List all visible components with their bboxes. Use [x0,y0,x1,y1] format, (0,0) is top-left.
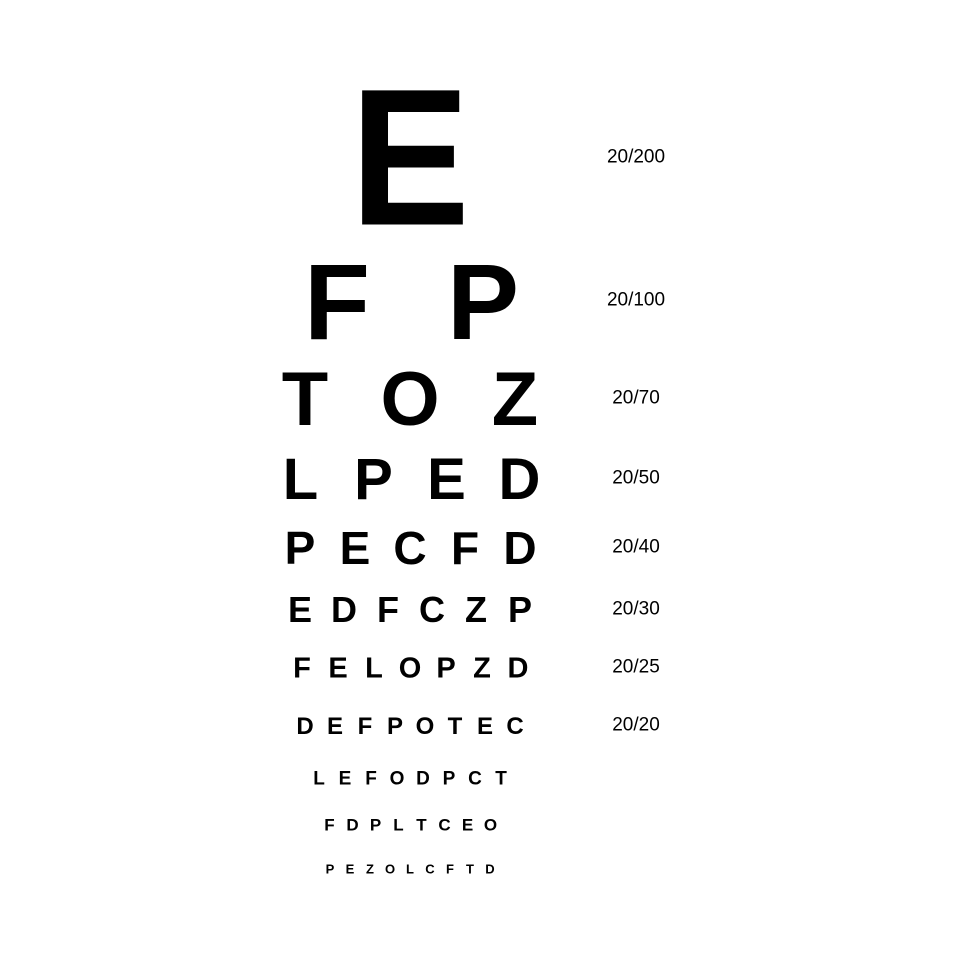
optotype-letter: D [498,447,541,512]
chart-row: FP [264,248,556,356]
optotype-letter: L [393,815,404,835]
chart-row: EDFCZP [278,592,542,628]
optotype-letter: D [507,652,529,685]
acuity-label: 20/100 [606,289,666,311]
optotype-letter: D [503,522,537,574]
optotype-letter: O [384,861,396,877]
optotype-letter: F [304,241,370,362]
acuity-label: 20/40 [612,536,660,558]
optotype-letter: F [357,713,373,740]
optotype-letter: C [425,861,435,877]
optotype-letter: C [468,768,482,790]
eye-chart: E 20/200 F P 20/100 T O Z 20/70 L P E D 20/50 P E C F D 20/… [0,0,960,960]
optotype-letter: O [483,815,498,835]
optotype-letter: T [416,815,427,835]
optotype-letter: P [354,447,393,512]
optotype-letter: D [346,815,359,835]
optotype-letter: E [338,768,352,790]
optotype-letter: E [476,713,493,740]
optotype-letter: E [427,447,466,512]
optotype-letter: O [380,357,440,442]
optotype-letter: P [284,522,316,574]
acuity-label: 20/70 [612,387,660,409]
chart-row: FDPLTCEO [318,817,502,834]
optotype-letter: F [377,589,399,630]
optotype-letter: P [446,241,520,362]
optotype-letter: F [293,652,311,685]
chart-row: FELOPZD [284,652,536,685]
optotype-letter: E [326,713,343,740]
chart-row: TOZ [253,362,568,438]
chart-row: LEFODPCT [306,770,514,789]
chart-row: PECFD [273,525,548,571]
optotype-letter: E [350,48,470,267]
optotype-letter: C [419,589,445,630]
acuity-label: 20/200 [606,146,666,168]
acuity-label: 20/50 [612,467,660,489]
optotype-letter: P [386,713,403,740]
optotype-letter: F [324,815,335,835]
optotype-letter: D [331,589,357,630]
optotype-letter: E [461,815,474,835]
optotype-letter: L [313,768,325,790]
optotype-letter: T [466,861,474,877]
acuity-label: 20/25 [612,656,660,678]
optotype-letter: P [436,652,456,685]
optotype-letter: O [398,652,422,685]
acuity-label: 20/20 [612,714,660,736]
optotype-letter: F [365,768,377,790]
optotype-letter: T [495,768,507,790]
optotype-letter: P [442,768,456,790]
optotype-letter: D [296,713,314,740]
optotype-letter: C [438,815,451,835]
chart-row: E [345,48,475,267]
optotype-letter: Z [491,357,539,442]
optotype-letter: C [393,522,427,574]
optotype-letter: E [345,861,355,877]
optotype-letter: Z [366,861,374,877]
optotype-letter: D [416,768,430,790]
optotype-letter: F [446,861,454,877]
optotype-letter: D [485,861,495,877]
optotype-letter: O [415,713,435,740]
optotype-letter: C [506,713,524,740]
optotype-letter: O [389,768,405,790]
acuity-label: 20/30 [612,598,660,620]
optotype-letter: L [365,652,383,685]
optotype-letter: P [325,861,335,877]
optotype-letter: L [282,447,319,512]
optotype-letter: P [369,815,382,835]
optotype-letter: E [287,589,312,630]
optotype-letter: L [406,861,414,877]
optotype-letter: F [450,522,480,574]
optotype-letter: P [507,589,532,630]
optotype-letter: E [339,522,371,574]
optotype-letter: T [447,713,463,740]
chart-row: DEFPOTEC [290,715,530,739]
optotype-letter: E [328,652,348,685]
optotype-letter: T [281,357,329,442]
chart-row: LPED [264,451,556,509]
chart-row: PEZOLCFTD [320,863,500,876]
optotype-letter: Z [473,652,491,685]
optotype-letter: Z [465,589,487,630]
